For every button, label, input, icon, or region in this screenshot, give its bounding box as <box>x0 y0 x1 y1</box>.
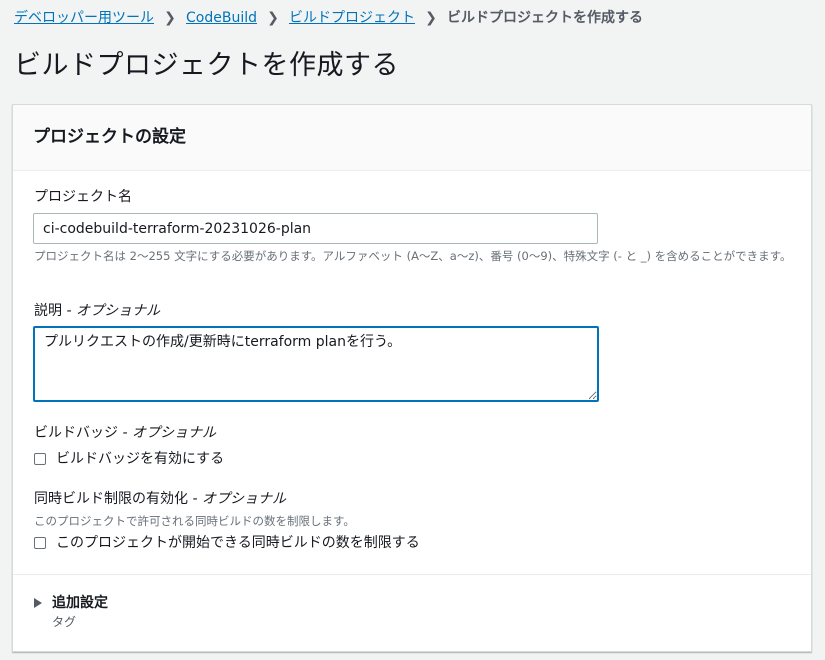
description-label-text: 説明 <box>34 303 62 319</box>
project-name-input[interactable] <box>33 213 598 244</box>
description-textarea[interactable]: プルリクエストの作成/更新時にterraform planを行う。 <box>33 326 599 402</box>
concurrent-build-label: 同時ビルド制限の有効化 - オプショナル <box>34 489 286 509</box>
concurrent-build-option[interactable]: このプロジェクトが開始できる同時ビルドの数を制限する <box>34 533 420 553</box>
concurrent-build-label-text: 同時ビルド制限の有効化 <box>34 491 188 507</box>
concurrent-build-description: このプロジェクトで許可される同時ビルドの数を制限します。 <box>34 514 355 528</box>
optional-tag: - オプショナル <box>122 425 216 441</box>
chevron-right-icon: ❯ <box>164 10 176 26</box>
chevron-right-icon: ❯ <box>425 10 437 26</box>
section-divider <box>13 574 811 575</box>
additional-settings-description: タグ <box>52 615 77 629</box>
additional-settings-label: 追加設定 <box>52 595 108 611</box>
optional-tag: - オプショナル <box>192 491 286 507</box>
project-name-constraint: プロジェクト名は 2〜255 文字にする必要があります。アルファベット (A〜Z… <box>34 249 792 263</box>
description-label: 説明 - オプショナル <box>34 301 160 321</box>
build-badge-checkbox[interactable] <box>34 453 46 465</box>
project-name-label: プロジェクト名 <box>34 189 132 205</box>
concurrent-build-checkbox-label: このプロジェクトが開始できる同時ビルドの数を制限する <box>56 535 420 551</box>
breadcrumb-link-build-projects[interactable]: ビルドプロジェクト <box>289 8 415 28</box>
project-settings-panel: プロジェクトの設定 プロジェクト名 プロジェクト名は 2〜255 文字にする必要… <box>12 104 812 652</box>
breadcrumb-link-codebuild[interactable]: CodeBuild <box>186 8 257 28</box>
page-title: ビルドプロジェクトを作成する <box>14 50 399 81</box>
optional-tag: - オプショナル <box>66 303 160 319</box>
additional-settings-toggle[interactable]: 追加設定 <box>34 593 108 613</box>
build-badge-label: ビルドバッジ - オプショナル <box>34 423 216 443</box>
caret-right-icon <box>34 598 42 608</box>
panel-title: プロジェクトの設定 <box>33 127 186 147</box>
build-badge-checkbox-label: ビルドバッジを有効にする <box>56 451 225 467</box>
breadcrumb-current: ビルドプロジェクトを作成する <box>446 10 643 26</box>
breadcrumb: デベロッパー用ツール ❯ CodeBuild ❯ ビルドプロジェクト ❯ ビルド… <box>14 8 643 28</box>
breadcrumb-link-developer-tools[interactable]: デベロッパー用ツール <box>14 8 154 28</box>
panel-header: プロジェクトの設定 <box>13 105 811 171</box>
build-badge-label-text: ビルドバッジ <box>34 425 118 441</box>
build-badge-option[interactable]: ビルドバッジを有効にする <box>34 449 224 469</box>
chevron-right-icon: ❯ <box>267 10 279 26</box>
concurrent-build-checkbox[interactable] <box>34 537 46 549</box>
